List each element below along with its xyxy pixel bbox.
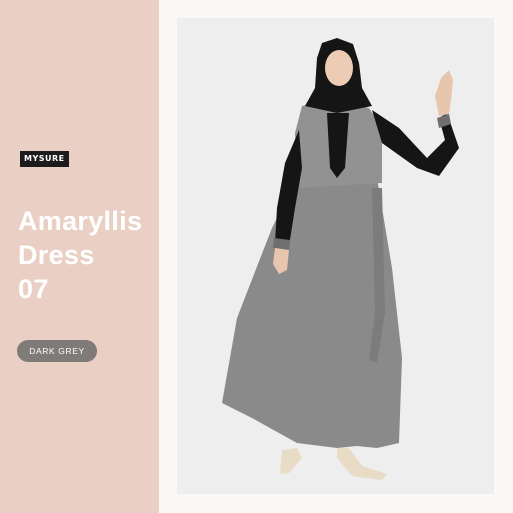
product-title-line-1: Amaryllis bbox=[18, 206, 143, 236]
side-panel: MYSURE Amaryllis Dress 07 DARK GREY bbox=[0, 0, 159, 513]
product-title: Amaryllis Dress 07 bbox=[18, 204, 142, 306]
face bbox=[325, 50, 353, 86]
left-shoe bbox=[280, 448, 302, 474]
brand-logo: MYSURE bbox=[20, 151, 69, 167]
model-illustration bbox=[222, 38, 459, 480]
product-title-line-3: 07 bbox=[18, 274, 49, 304]
right-shoe bbox=[337, 448, 387, 480]
product-title-line-2: Dress bbox=[18, 240, 95, 270]
right-hand bbox=[435, 70, 453, 116]
product-photo bbox=[177, 18, 494, 494]
color-badge: DARK GREY bbox=[17, 340, 97, 362]
